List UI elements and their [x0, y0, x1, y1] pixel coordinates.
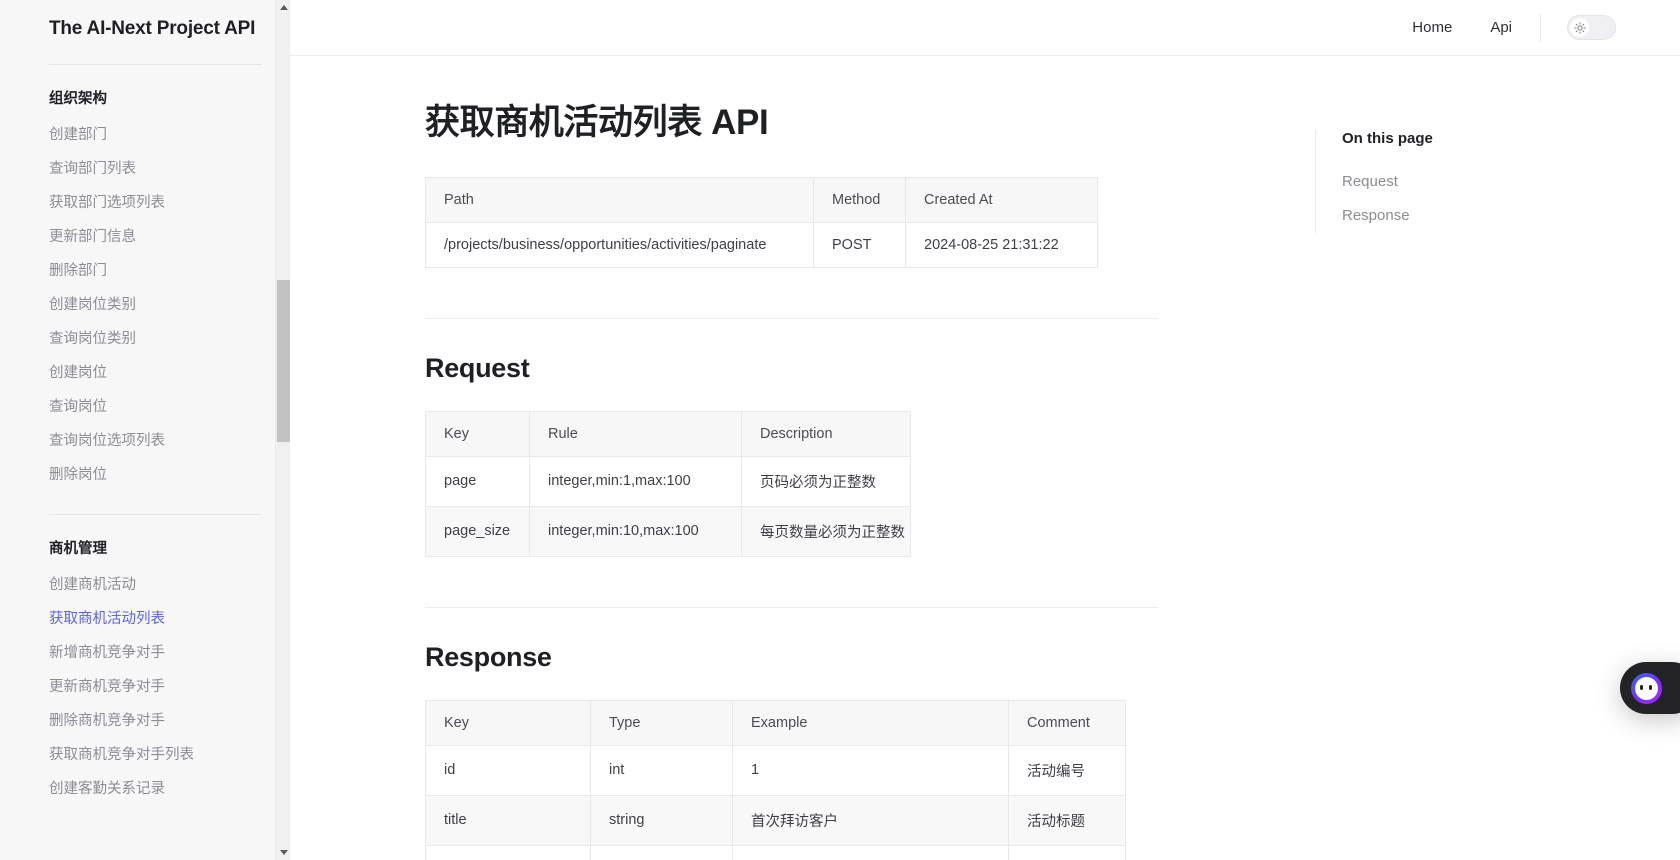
- nav-group-title-org: 组织架构: [49, 90, 107, 107]
- sidebar-item-query-job[interactable]: 查询岗位: [49, 390, 262, 424]
- toc-link-response[interactable]: Response: [1342, 199, 1615, 233]
- meta-path-value: /projects/business/opportunities/activit…: [425, 222, 814, 268]
- response-example-value: 1: [732, 745, 1009, 796]
- response-col-key: Key: [425, 700, 591, 746]
- sun-icon: [1573, 21, 1586, 34]
- scroll-up-arrow-icon[interactable]: [276, 0, 290, 15]
- request-description-value: 每页数量必须为正整数: [741, 506, 911, 557]
- response-key-value: outcome: [425, 845, 591, 860]
- brand-title: The AI-Next Project API: [49, 18, 256, 39]
- sidebar-item-create-job[interactable]: 创建岗位: [49, 356, 262, 390]
- sidebar-item-delete-competitor[interactable]: 删除商机竞争对手: [49, 704, 262, 738]
- sidebar-item-create-relationship-record[interactable]: 创建客勤关系记录: [49, 772, 262, 806]
- toc-inner: On this page Request Response: [1315, 130, 1615, 233]
- table-row: page_size integer,min:10,max:100 每页数量必须为…: [425, 506, 911, 557]
- response-example-value: 完成了初步需求分析: [732, 845, 1009, 860]
- sidebar-scrollbar-thumb[interactable]: [277, 280, 290, 442]
- section-divider-response: [425, 606, 1158, 608]
- table-header-row: Key Rule Description: [425, 411, 911, 457]
- sidebar-scrollbar[interactable]: [275, 0, 290, 860]
- table-row: outcome string 完成了初步需求分析 活动结果: [425, 845, 1126, 860]
- response-comment-value: 活动标题: [1008, 795, 1126, 846]
- sidebar-item-create-job-category[interactable]: 创建岗位类别: [49, 288, 262, 322]
- request-col-rule: Rule: [529, 411, 742, 457]
- sidebar-item-query-department-list[interactable]: 查询部门列表: [49, 152, 262, 186]
- response-type-value: int: [590, 745, 733, 796]
- request-key-value: page: [425, 456, 530, 507]
- sidebar-item-update-department[interactable]: 更新部门信息: [49, 220, 262, 254]
- chat-bot-face-icon: [1635, 676, 1658, 700]
- table-header-row: Key Type Example Comment: [425, 700, 1126, 746]
- theme-toggle[interactable]: [1567, 15, 1616, 40]
- sidebar-item-activity-list[interactable]: 获取商机活动列表: [49, 602, 262, 636]
- table-row: /projects/business/opportunities/activit…: [425, 222, 1098, 268]
- table-row: title string 首次拜访客户 活动标题: [425, 795, 1126, 846]
- nav-group-opportunity: 商机管理 创建商机活动 获取商机活动列表 新增商机竞争对手 更新商机竞争对手 删…: [49, 515, 262, 806]
- section-divider-request: [425, 317, 1158, 319]
- table-header-row: Path Method Created At: [425, 177, 1098, 223]
- topbar-divider: [1540, 14, 1541, 41]
- request-key-value: page_size: [425, 506, 530, 557]
- article: 获取商机活动列表 API Path Method Created At /pro…: [290, 56, 1290, 860]
- meta-col-path: Path: [425, 177, 814, 223]
- response-heading: Response: [425, 641, 552, 672]
- sidebar: The AI-Next Project API 组织架构 创建部门 查询部门列表…: [0, 0, 290, 860]
- meta-col-method: Method: [813, 177, 906, 223]
- sidebar-item-create-department[interactable]: 创建部门: [49, 118, 262, 152]
- table-row: page integer,min:1,max:100 页码必须为正整数: [425, 456, 911, 507]
- response-example-value: 首次拜访客户: [732, 795, 1009, 846]
- nav-link-home[interactable]: Home: [1412, 19, 1452, 36]
- nav-group-org: 组织架构 创建部门 查询部门列表 获取部门选项列表 更新部门信息 删除部门 创建…: [49, 65, 262, 492]
- sidebar-item-department-options[interactable]: 获取部门选项列表: [49, 186, 262, 220]
- chat-widget-button[interactable]: [1620, 662, 1680, 714]
- response-comment-value: 活动编号: [1008, 745, 1126, 796]
- toc-title: On this page: [1342, 130, 1433, 147]
- theme-toggle-knob: [1570, 18, 1589, 37]
- meta-method-value: POST: [813, 222, 906, 268]
- response-key-value: id: [425, 745, 591, 796]
- sidebar-content: The AI-Next Project API 组织架构 创建部门 查询部门列表…: [0, 0, 290, 806]
- sidebar-item-create-activity[interactable]: 创建商机活动: [49, 568, 262, 602]
- nav-link-api[interactable]: Api: [1490, 19, 1512, 36]
- toc-link-request[interactable]: Request: [1342, 165, 1615, 199]
- content-scroll-region: 获取商机活动列表 API Path Method Created At /pro…: [290, 56, 1680, 860]
- nav-group-title-opportunity: 商机管理: [49, 540, 107, 557]
- sidebar-item-delete-job[interactable]: 删除岗位: [49, 458, 262, 492]
- sidebar-item-query-job-category[interactable]: 查询岗位类别: [49, 322, 262, 356]
- page-title: 获取商机活动列表 API: [425, 103, 769, 142]
- meta-col-created-at: Created At: [905, 177, 1098, 223]
- response-type-value: string: [590, 795, 733, 846]
- sidebar-item-job-options[interactable]: 查询岗位选项列表: [49, 424, 262, 458]
- meta-created-at-value: 2024-08-25 21:31:22: [905, 222, 1098, 268]
- response-col-example: Example: [732, 700, 1009, 746]
- table-row: id int 1 活动编号: [425, 745, 1126, 796]
- response-type-value: string: [590, 845, 733, 860]
- request-description-value: 页码必须为正整数: [741, 456, 911, 507]
- sidebar-item-competitor-list[interactable]: 获取商机竞争对手列表: [49, 738, 262, 772]
- request-rule-value: integer,min:10,max:100: [529, 506, 742, 557]
- chat-bot-avatar-icon: [1631, 672, 1662, 704]
- topbar: Home Api: [290, 0, 1680, 56]
- request-col-key: Key: [425, 411, 530, 457]
- scroll-down-arrow-icon[interactable]: [276, 845, 290, 860]
- response-comment-value: 活动结果: [1008, 845, 1126, 860]
- response-col-comment: Comment: [1008, 700, 1126, 746]
- sidebar-item-add-competitor[interactable]: 新增商机竞争对手: [49, 636, 262, 670]
- sidebar-item-update-competitor[interactable]: 更新商机竞争对手: [49, 670, 262, 704]
- main-area: Home Api 获取商机活动列表 API Path Method Create…: [290, 0, 1680, 860]
- top-nav: Home Api: [1412, 19, 1512, 36]
- request-col-description: Description: [741, 411, 911, 457]
- response-col-type: Type: [590, 700, 733, 746]
- response-table: Key Type Example Comment id int 1 活动编号 t…: [425, 699, 1126, 860]
- request-heading: Request: [425, 352, 530, 383]
- response-key-value: title: [425, 795, 591, 846]
- on-this-page-toc: On this page Request Response: [1315, 56, 1615, 860]
- request-rule-value: integer,min:1,max:100: [529, 456, 742, 507]
- api-meta-table: Path Method Created At /projects/busines…: [425, 176, 1098, 268]
- sidebar-item-delete-department[interactable]: 删除部门: [49, 254, 262, 288]
- request-table: Key Rule Description page integer,min:1,…: [425, 410, 911, 557]
